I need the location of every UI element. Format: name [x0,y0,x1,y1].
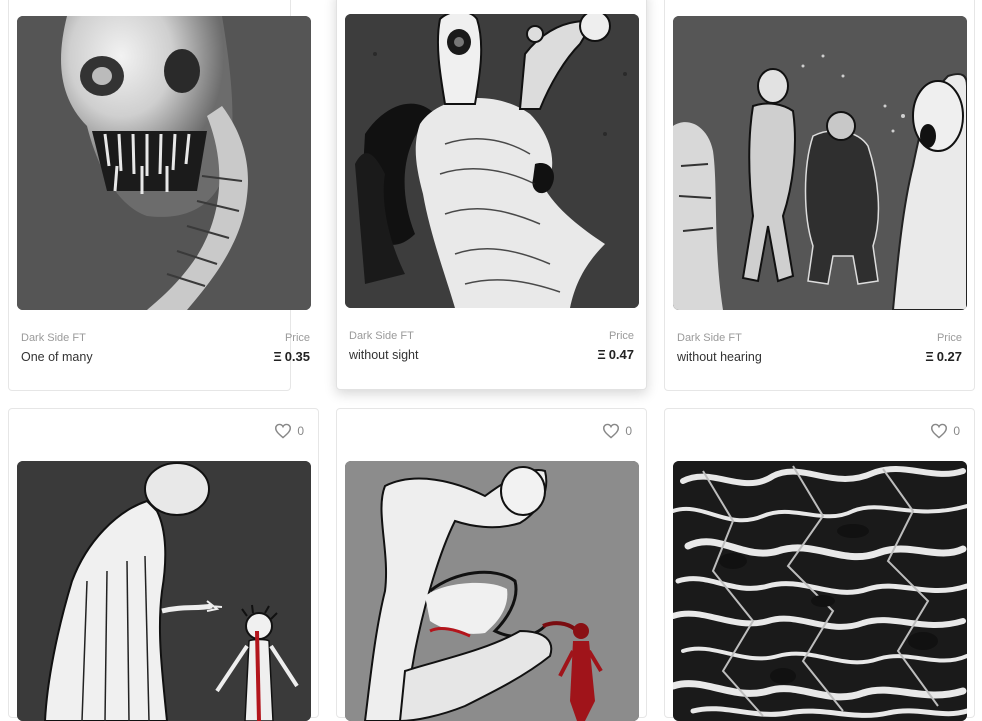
price-value: Ξ 0.35 [273,349,310,364]
nft-image[interactable] [345,461,639,721]
heart-icon [603,423,620,439]
screaming-figures-artwork [673,16,967,310]
crouching-figure-artwork [345,461,639,721]
like-count: 0 [625,424,632,438]
like-button[interactable]: 0 [602,423,632,439]
like-button[interactable]: 0 [930,423,960,439]
skull-creature-artwork [17,16,311,310]
nft-image[interactable] [17,461,311,721]
price-value: Ξ 0.27 [925,349,962,364]
nft-card[interactable]: 0 [8,408,319,721]
collection-name[interactable]: Dark Side FT [349,329,418,343]
price-label: Price [608,330,634,342]
collection-name[interactable]: Dark Side FT [677,331,762,345]
nft-title[interactable]: without hearing [677,349,762,365]
like-count: 0 [297,424,304,438]
price-label: Price [936,332,962,344]
nft-image[interactable] [673,461,967,721]
nft-card-one-of-many[interactable]: Dark Side FT One of many Price Ξ 0.35 [8,0,311,391]
nft-card[interactable]: 0 [336,408,647,721]
nft-image[interactable] [345,14,639,308]
price-value: Ξ 0.47 [597,347,634,362]
collection-name[interactable]: Dark Side FT [21,331,93,345]
like-count: 0 [953,424,960,438]
abstract-texture-artwork [673,461,967,721]
nft-title[interactable]: without sight [349,347,418,363]
eth-icon: Ξ [925,349,934,364]
nft-card-without-hearing[interactable]: Dark Side FT without hearing Price Ξ 0.27 [664,0,975,391]
heart-icon [931,423,948,439]
like-button[interactable]: 0 [274,423,304,439]
faceless-figure-artwork [345,14,639,308]
nft-title[interactable]: One of many [21,349,93,365]
nft-card[interactable]: 0 [664,408,975,721]
nft-image[interactable] [673,16,967,310]
nft-image[interactable] [17,16,311,310]
robed-figure-artwork [17,461,311,721]
price-label: Price [284,332,310,344]
eth-icon: Ξ [597,347,606,362]
heart-icon [275,423,292,439]
eth-icon: Ξ [273,349,282,364]
nft-card-without-sight[interactable]: Dark Side FT without sight Price Ξ 0.47 [336,0,647,390]
